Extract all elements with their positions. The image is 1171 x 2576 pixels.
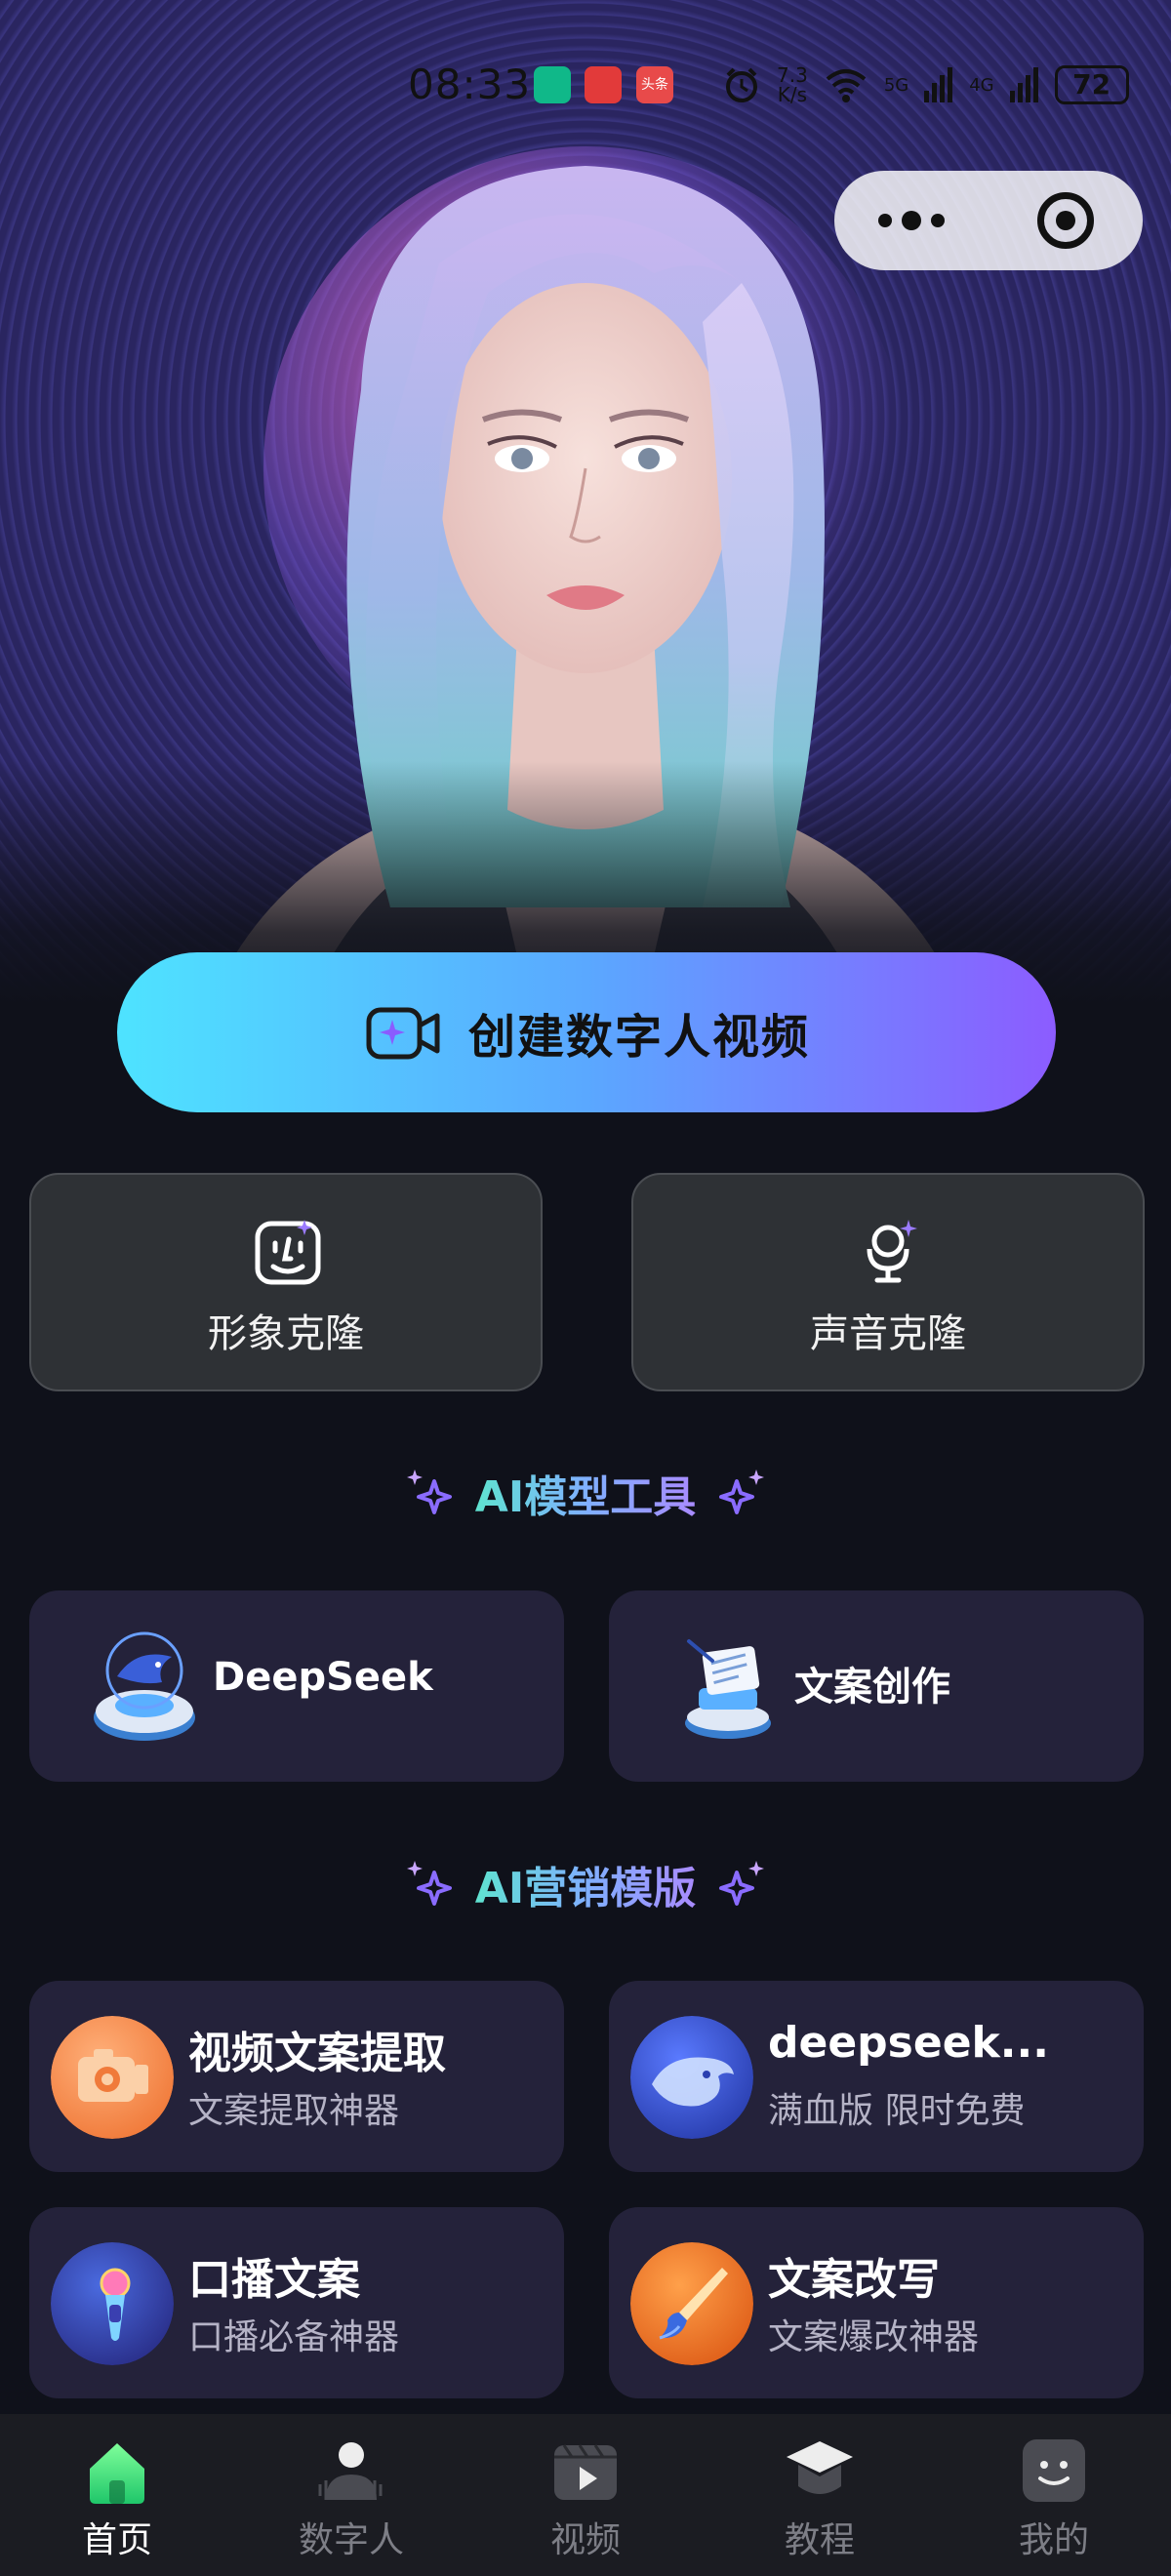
mail-app-icon bbox=[585, 66, 622, 103]
wifi-icon bbox=[826, 69, 867, 102]
ai-tools-section-title: AI模型工具 bbox=[0, 1459, 1171, 1527]
signal-5g-icon bbox=[924, 67, 953, 102]
copy-rewrite-card[interactable]: 文案改写 文案爆改神器 bbox=[609, 2207, 1144, 2398]
battery-indicator: 72 bbox=[1054, 65, 1129, 104]
bottom-navigation: 首页 数字人 视频 教程 我的 bbox=[0, 2414, 1171, 2576]
net-speed-unit: K/s bbox=[777, 83, 808, 106]
target-icon bbox=[1037, 192, 1094, 249]
mi-app-icon bbox=[534, 66, 571, 103]
video-copy-extract-card[interactable]: 视频文案提取 文案提取神器 bbox=[29, 1981, 564, 2172]
nav-digital-human-label: 数字人 bbox=[298, 2520, 404, 2560]
deepseek-tool-label: DeepSeek bbox=[213, 1655, 433, 1700]
video-icon bbox=[554, 2444, 617, 2500]
deepseek-tool-card[interactable]: DeepSeek bbox=[29, 1590, 564, 1782]
close-miniprogram-button[interactable] bbox=[989, 171, 1143, 270]
miniprogram-capsule bbox=[834, 171, 1143, 270]
nav-profile-label: 我的 bbox=[1018, 2520, 1089, 2560]
nav-tutorial[interactable]: 教程 bbox=[703, 2414, 937, 2576]
nav-video-label: 视频 bbox=[549, 2520, 621, 2560]
tutorial-icon bbox=[787, 2441, 853, 2494]
sparkle-icon bbox=[406, 1861, 452, 1906]
nav-profile[interactable]: 我的 bbox=[937, 2414, 1171, 2576]
voice-clone-label: 声音克隆 bbox=[810, 1311, 966, 1356]
template-subtitle: 满血版 限时免费 bbox=[768, 2091, 1026, 2131]
template-subtitle: 口播必备神器 bbox=[188, 2317, 400, 2357]
nav-tutorial-label: 教程 bbox=[784, 2520, 855, 2560]
template-title: 文案改写 bbox=[768, 2255, 940, 2305]
copywriting-tool-label: 文案创作 bbox=[794, 1665, 950, 1710]
face-scan-icon bbox=[255, 1220, 321, 1285]
nav-video[interactable]: 视频 bbox=[468, 2414, 703, 2576]
deepseek-whale-icon bbox=[94, 1631, 195, 1741]
broadcast-copy-card[interactable]: 口播文案 口播必备神器 bbox=[29, 2207, 564, 2398]
signal-5g-label: 5G bbox=[883, 74, 909, 96]
ai-tools-title: AI模型工具 bbox=[475, 1462, 696, 1524]
template-subtitle: 文案提取神器 bbox=[188, 2091, 400, 2131]
voice-clone-card[interactable]: 声音克隆 bbox=[631, 1173, 1145, 1391]
status-bar: 08:33 头条 7.3 K/s 5G 4G 72 bbox=[0, 0, 1171, 176]
alarm-icon bbox=[726, 67, 757, 102]
nav-home[interactable]: 首页 bbox=[0, 2414, 234, 2576]
more-menu-button[interactable] bbox=[834, 171, 989, 270]
image-clone-label: 形象克隆 bbox=[208, 1311, 364, 1356]
ai-templates-title: AI营销模版 bbox=[475, 1853, 696, 1915]
image-clone-card[interactable]: 形象克隆 bbox=[29, 1173, 543, 1391]
hero-banner: 08:33 头条 7.3 K/s 5G 4G 72 bbox=[0, 0, 1171, 1005]
sparkle-icon bbox=[406, 1469, 452, 1514]
nav-home-label: 首页 bbox=[81, 2520, 152, 2560]
sparkle-icon bbox=[719, 1861, 765, 1906]
more-dot-icon bbox=[878, 214, 892, 227]
template-title: 口播文案 bbox=[188, 2255, 360, 2305]
nav-digital-human[interactable]: 数字人 bbox=[234, 2414, 468, 2576]
template-title: 视频文案提取 bbox=[188, 2029, 446, 2078]
signal-4g-icon bbox=[1009, 67, 1038, 102]
template-subtitle: 文案爆改神器 bbox=[768, 2317, 980, 2357]
brush-icon bbox=[630, 2242, 753, 2365]
create-button-label: 创建数字人视频 bbox=[467, 1010, 810, 1065]
more-dot-icon bbox=[931, 214, 945, 227]
create-digital-human-video-button[interactable]: 创建数字人视频 bbox=[117, 952, 1056, 1112]
toutiao-app-icon: 头条 bbox=[636, 66, 673, 103]
copywriting-tool-card[interactable]: 文案创作 bbox=[609, 1590, 1144, 1782]
ai-templates-section-title: AI营销模版 bbox=[0, 1850, 1171, 1918]
deepseek-whale-icon bbox=[630, 2016, 753, 2139]
profile-icon bbox=[1023, 2439, 1085, 2502]
microphone-icon bbox=[51, 2242, 174, 2365]
deepseek-template-card[interactable]: deepseek... 满血版 限时免费 bbox=[609, 1981, 1144, 2172]
home-icon bbox=[90, 2443, 144, 2504]
status-right: 7.3 K/s 5G 4G 72 bbox=[722, 60, 1129, 109]
video-camera-icon bbox=[366, 1007, 440, 1060]
template-title: deepseek... bbox=[768, 2018, 1049, 2068]
camera-extract-icon bbox=[51, 2016, 174, 2139]
signal-4g-label: 4G bbox=[969, 74, 994, 96]
net-speed: 7.3 K/s bbox=[777, 65, 808, 104]
sparkle-icon bbox=[719, 1469, 765, 1514]
copywriting-stack-icon bbox=[685, 1639, 771, 1739]
status-time: 08:33 bbox=[408, 60, 532, 108]
digital-human-icon bbox=[318, 2442, 383, 2500]
net-speed-value: 7.3 bbox=[777, 63, 808, 87]
microphone-icon bbox=[867, 1220, 917, 1283]
more-dot-icon bbox=[902, 211, 921, 230]
page: 08:33 头条 7.3 K/s 5G 4G 72 创建数字人视频 形象克隆 声… bbox=[0, 0, 1171, 2576]
